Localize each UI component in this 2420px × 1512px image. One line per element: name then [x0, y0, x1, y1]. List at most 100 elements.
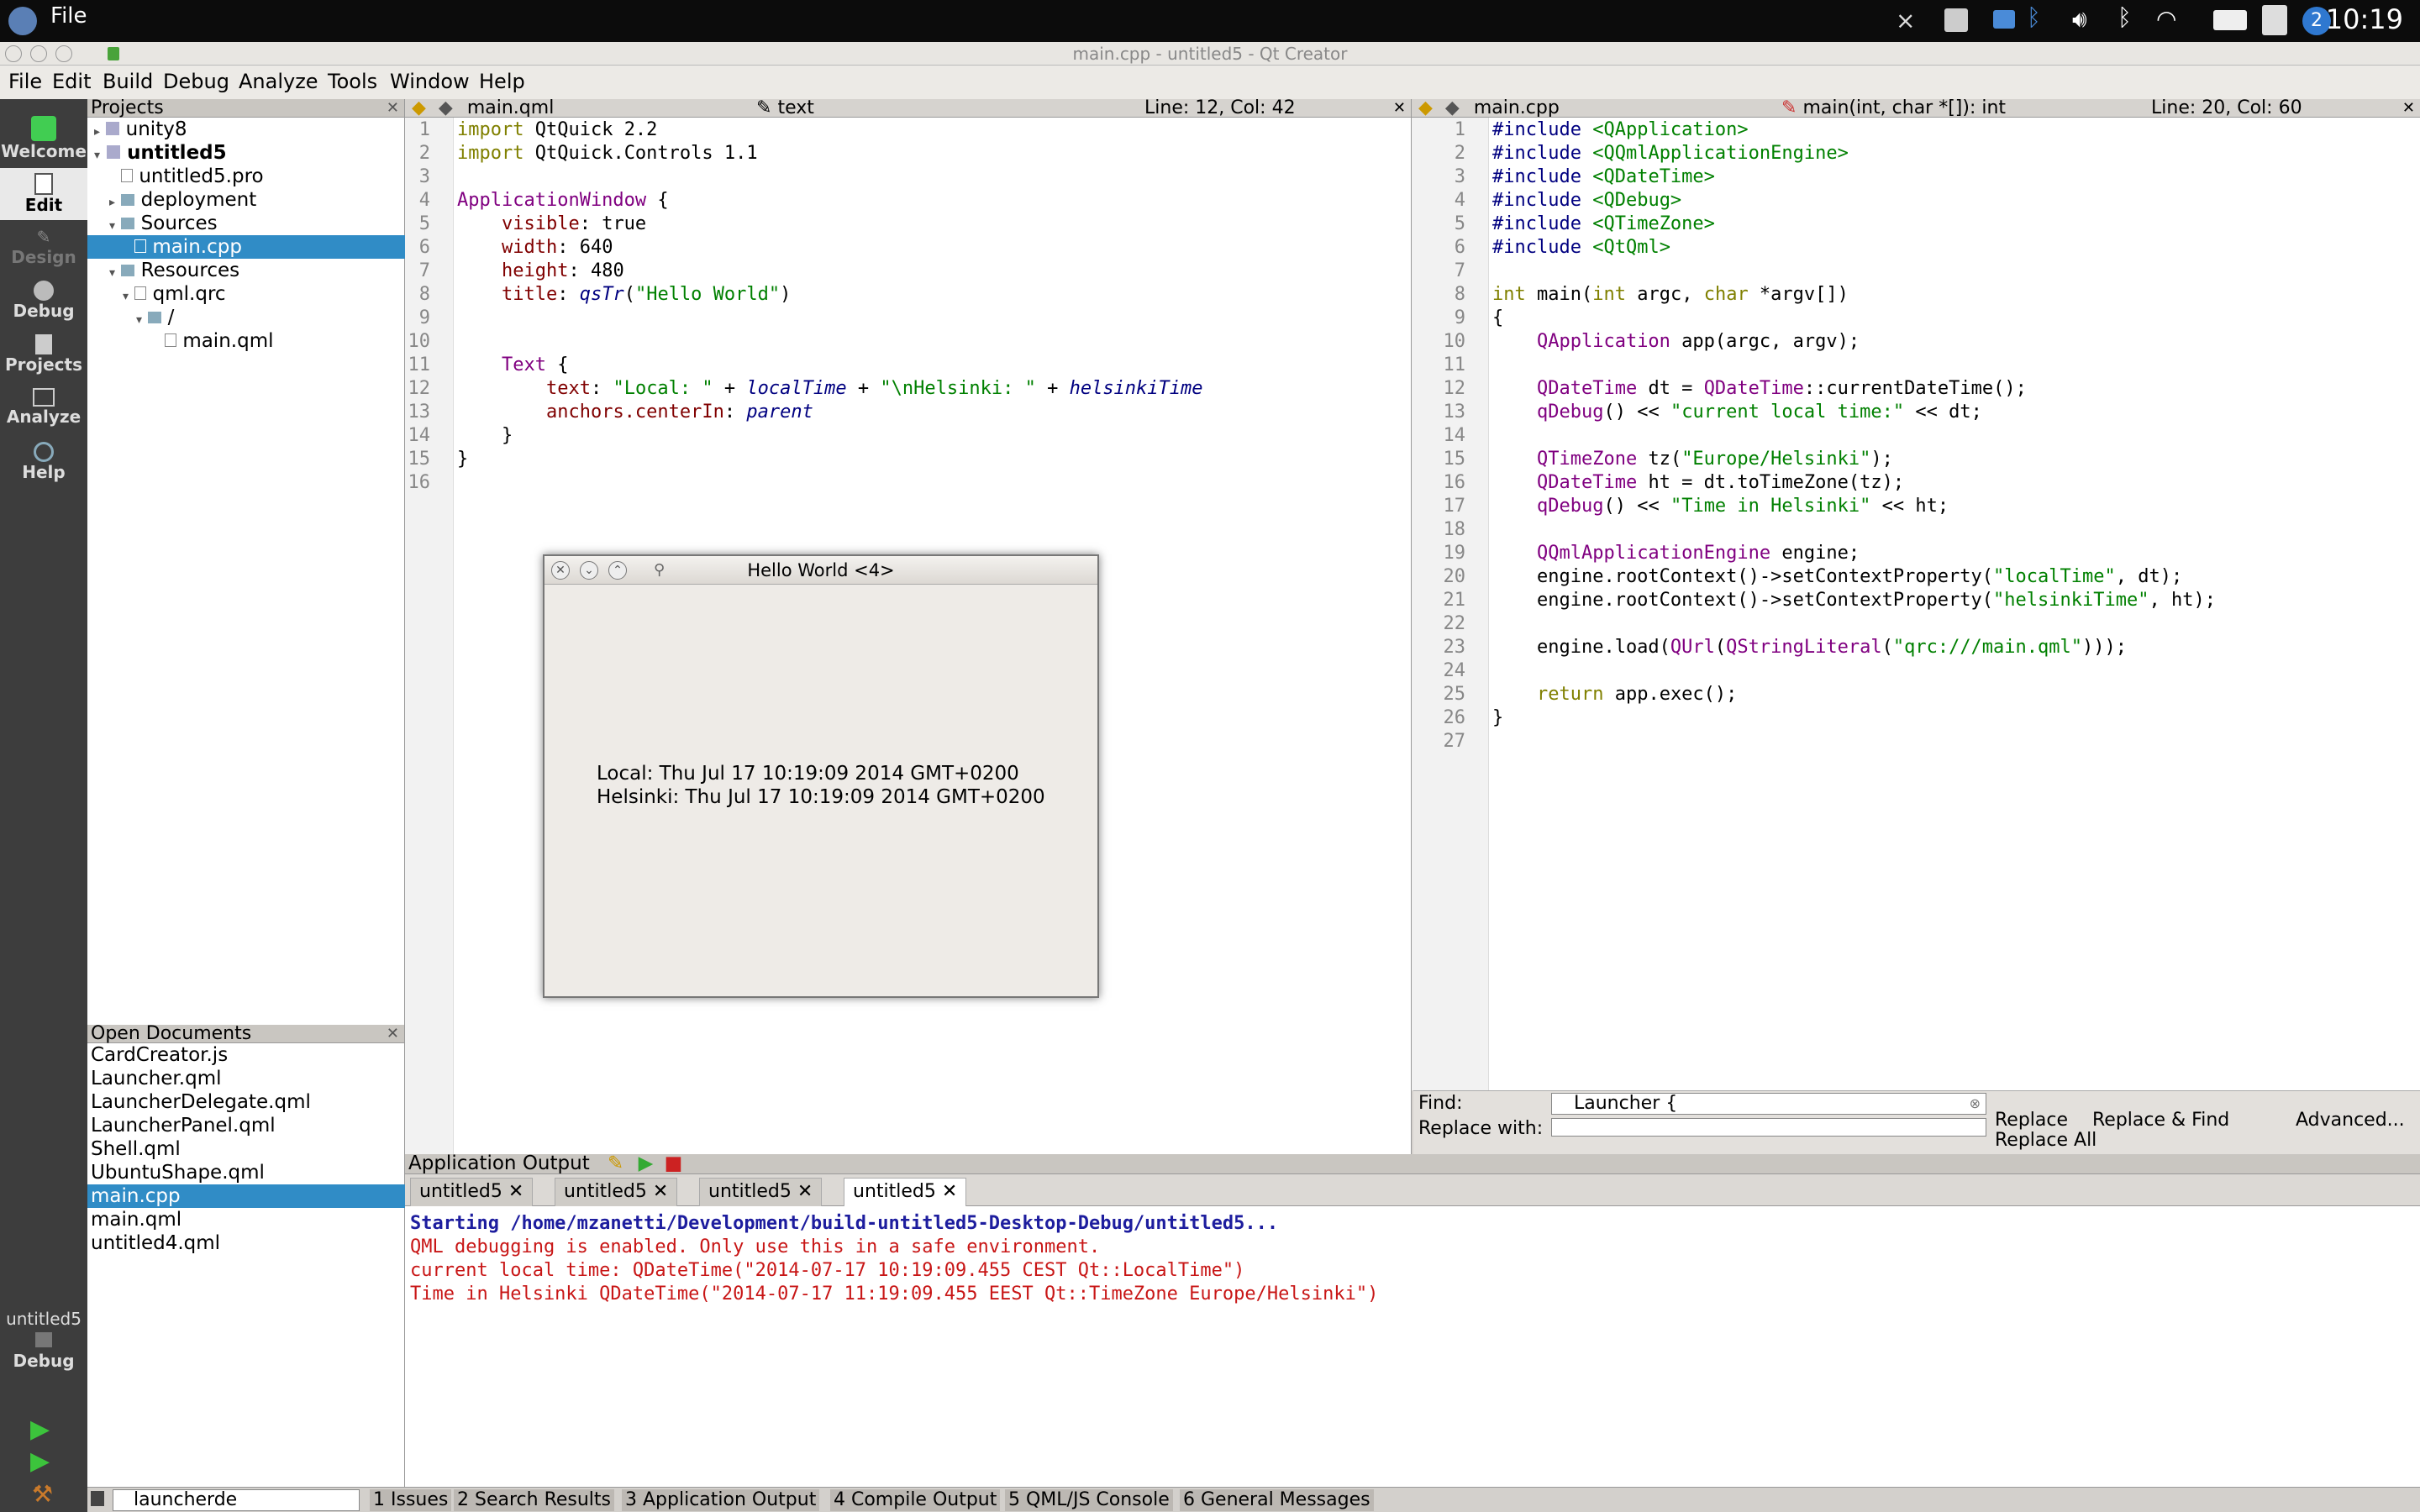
menu-help[interactable]: Help: [479, 70, 525, 93]
output-tab-active[interactable]: untitled5 ✕: [844, 1178, 967, 1206]
open-doc-item[interactable]: Launcher.qml: [91, 1067, 222, 1090]
cpp-code-line[interactable]: #include <QDateTime>: [1492, 166, 1715, 187]
kit-selector[interactable]: untitled5 Debug: [0, 1309, 87, 1376]
find-input[interactable]: Launcher { ⊗: [1551, 1093, 1986, 1115]
toggle-sidebar-icon[interactable]: [91, 1491, 104, 1506]
cpp-code-line[interactable]: {: [1492, 307, 1503, 328]
qml-code-line[interactable]: visible: true: [457, 213, 646, 234]
nav-forward-icon[interactable]: ◆: [1445, 99, 1460, 117]
open-doc-item[interactable]: LauncherDelegate.qml: [91, 1090, 311, 1114]
replace-button[interactable]: Replace: [1995, 1110, 2068, 1131]
cpp-code-line[interactable]: }: [1492, 707, 1503, 728]
network-tray-icon[interactable]: ⨯: [1896, 8, 1928, 34]
menu-window[interactable]: Window: [390, 70, 470, 93]
replace-and-find-button[interactable]: Replace & Find: [2092, 1110, 2229, 1131]
status-tab-search-results[interactable]: 2 Search Results: [454, 1489, 615, 1511]
mode-analyze[interactable]: Analyze: [0, 388, 87, 440]
maximize-window-icon[interactable]: ⌃: [608, 561, 627, 580]
output-tab[interactable]: untitled5 ✕: [699, 1178, 823, 1206]
bluetooth-tray-icon[interactable]: ᛒ: [2027, 3, 2049, 32]
cpp-code-line[interactable]: #include <QTimeZone>: [1492, 213, 1715, 234]
tree-item-resources[interactable]: ▾ Resources: [109, 259, 239, 282]
clear-find-icon[interactable]: ⊗: [1970, 1094, 1981, 1114]
qml-code-line[interactable]: text: "Local: " + localTime + "\nHelsink…: [457, 378, 1203, 399]
open-doc-item-selected[interactable]: main.cpp: [87, 1184, 405, 1208]
open-doc-item[interactable]: CardCreator.js: [91, 1043, 228, 1067]
run-icon[interactable]: ▶: [30, 1415, 50, 1444]
status-tab-application-output[interactable]: 3 Application Output: [622, 1489, 820, 1511]
close-editor-icon[interactable]: ✕: [1393, 99, 1406, 118]
tree-item-main-cpp[interactable]: main.cpp: [87, 235, 405, 259]
clear-output-icon[interactable]: ✎: [608, 1152, 623, 1174]
cpp-code-line[interactable]: return app.exec();: [1492, 684, 1737, 705]
qml-code-line[interactable]: ApplicationWindow {: [457, 190, 669, 211]
menu-tools[interactable]: Tools: [328, 70, 377, 93]
locator-input[interactable]: launcherde: [113, 1489, 360, 1511]
status-tab-compile-output[interactable]: 4 Compile Output: [830, 1489, 1001, 1511]
cpp-code-line[interactable]: QTimeZone tz("Europe/Helsinki");: [1492, 449, 1893, 470]
open-doc-item[interactable]: UbuntuShape.qml: [91, 1161, 265, 1184]
tree-item-untitled5[interactable]: ▾ untitled5: [94, 141, 227, 165]
menu-file[interactable]: File: [8, 70, 42, 93]
cpp-code-line[interactable]: engine.load(QUrl(QStringLiteral("qrc:///…: [1492, 637, 2127, 658]
mode-projects[interactable]: Projects: [0, 334, 87, 386]
app-menu-file[interactable]: File: [50, 3, 87, 29]
cpp-code-line[interactable]: #include <QApplication>: [1492, 119, 1749, 140]
cpp-symbol-selector[interactable]: ✎ main(int, char *[]): int: [1781, 99, 2006, 118]
replace-all-button[interactable]: Replace All: [1995, 1130, 2096, 1151]
replace-input[interactable]: [1551, 1118, 1986, 1137]
open-doc-item[interactable]: Shell.qml: [91, 1137, 181, 1161]
nav-forward-icon[interactable]: ◆: [439, 99, 453, 117]
cpp-code-line[interactable]: QDateTime dt = QDateTime::currentDateTim…: [1492, 378, 2027, 399]
qml-symbol-selector[interactable]: ✎ text: [756, 99, 814, 118]
wifi-icon[interactable]: ◠: [2156, 5, 2176, 33]
status-tab-qml-js-console[interactable]: 5 QML/JS Console: [1005, 1489, 1173, 1511]
qml-code-line[interactable]: }: [457, 449, 468, 470]
maximize-window-icon[interactable]: [55, 45, 72, 62]
qml-code-line[interactable]: width: 640: [457, 237, 613, 258]
menu-edit[interactable]: Edit: [52, 70, 91, 93]
cpp-code-line[interactable]: qDebug() << "current local time:" << dt;: [1492, 402, 1982, 423]
tree-item-deployment[interactable]: ▸ deployment: [109, 188, 256, 212]
menu-analyze[interactable]: Analyze: [239, 70, 318, 93]
kde-menu-icon[interactable]: [8, 7, 37, 35]
mode-design[interactable]: ✎ Design: [0, 227, 87, 279]
pin-icon[interactable]: ⚲: [654, 556, 665, 585]
close-tab-icon[interactable]: ✕: [942, 1181, 957, 1202]
cpp-code-line[interactable]: QQmlApplicationEngine engine;: [1492, 543, 1860, 564]
close-editor-icon[interactable]: ✕: [2402, 99, 2415, 118]
status-tab-issues[interactable]: 1 Issues: [370, 1489, 452, 1511]
notes-icon[interactable]: [2262, 5, 2287, 35]
stop-icon[interactable]: ■: [665, 1152, 683, 1174]
hello-window-titlebar[interactable]: ✕ ⌄ ⌃ ⚲ Hello World <4>: [544, 556, 1097, 585]
menu-debug[interactable]: Debug: [163, 70, 229, 93]
tree-item-untitled5-pro[interactable]: untitled5.pro: [121, 165, 264, 188]
status-tab-general-messages[interactable]: 6 General Messages: [1180, 1489, 1374, 1511]
output-tab[interactable]: untitled5 ✕: [555, 1178, 678, 1206]
cpp-code-line[interactable]: engine.rootContext()->setContextProperty…: [1492, 590, 2216, 611]
qml-code-line[interactable]: anchors.centerIn: parent: [457, 402, 813, 423]
cpp-code-line[interactable]: QApplication app(argc, argv);: [1492, 331, 1860, 352]
qml-code-line[interactable]: import QtQuick.Controls 1.1: [457, 143, 758, 164]
open-doc-item[interactable]: main.qml: [91, 1208, 182, 1231]
tree-item-root-prefix[interactable]: ▾ /: [136, 306, 174, 329]
open-doc-item[interactable]: untitled4.qml: [91, 1231, 220, 1255]
qml-code-line[interactable]: title: qsTr("Hello World"): [457, 284, 791, 305]
cpp-code-line[interactable]: #include <QtQml>: [1492, 237, 1670, 258]
mode-welcome[interactable]: Welcome: [0, 116, 87, 168]
tree-item-unity8[interactable]: ▸ unity8: [94, 118, 187, 141]
tree-item-main-qml[interactable]: main.qml: [165, 329, 273, 353]
tree-item-qml-qrc[interactable]: ▾ qml.qrc: [123, 282, 226, 306]
nav-back-icon[interactable]: ◆: [1418, 99, 1433, 117]
mode-help[interactable]: Help: [0, 442, 87, 494]
clock[interactable]: 10:19: [2326, 3, 2403, 35]
qml-code-line[interactable]: Text {: [457, 354, 568, 375]
cpp-code-line[interactable]: qDebug() << "Time in Helsinki" << ht;: [1492, 496, 1949, 517]
close-tab-icon[interactable]: ✕: [797, 1181, 813, 1202]
cpp-code-line[interactable]: #include <QDebug>: [1492, 190, 1681, 211]
cpp-file-selector[interactable]: main.cpp: [1474, 99, 1560, 117]
output-tab[interactable]: untitled5 ✕: [410, 1178, 534, 1206]
devices-icon[interactable]: [2213, 10, 2247, 30]
cpp-code-line[interactable]: int main(int argc, char *argv[]): [1492, 284, 1849, 305]
advanced-button[interactable]: Advanced...: [2296, 1110, 2405, 1131]
